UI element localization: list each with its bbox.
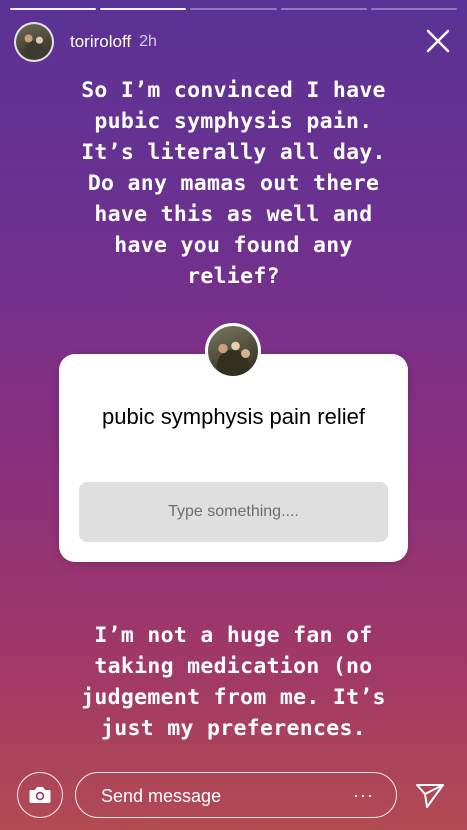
progress-segment [190, 8, 277, 10]
close-icon[interactable] [423, 26, 453, 56]
send-message-placeholder: Send message [101, 786, 222, 806]
progress-segment [280, 8, 367, 10]
camera-icon [29, 787, 51, 803]
progress-segment [370, 8, 458, 10]
story-footer: Send message ··· [0, 770, 467, 820]
camera-button[interactable] [17, 772, 63, 818]
avatar[interactable] [14, 22, 54, 62]
more-options-icon[interactable]: ··· [353, 785, 374, 806]
story-caption-top: So I’m convinced I have pubic symphysis … [81, 78, 386, 289]
send-message-input[interactable]: Send message ··· [75, 772, 397, 818]
story-caption-bottom: I’m not a huge fan of taking medication … [81, 623, 386, 741]
progress-segment [10, 8, 97, 10]
question-sticker[interactable]: pubic symphysis pain relief Type somethi… [59, 354, 408, 562]
story-progress-bar [10, 8, 458, 10]
timestamp: 2h [139, 33, 157, 50]
username[interactable]: toriroloff [70, 32, 131, 52]
sticker-avatar [205, 323, 261, 379]
question-sticker-title: pubic symphysis pain relief [102, 404, 365, 429]
progress-segment [100, 8, 187, 10]
question-answer-input[interactable]: Type something.... [79, 482, 388, 542]
send-icon[interactable] [414, 780, 446, 812]
story-header: toriroloff 2h [14, 20, 453, 64]
